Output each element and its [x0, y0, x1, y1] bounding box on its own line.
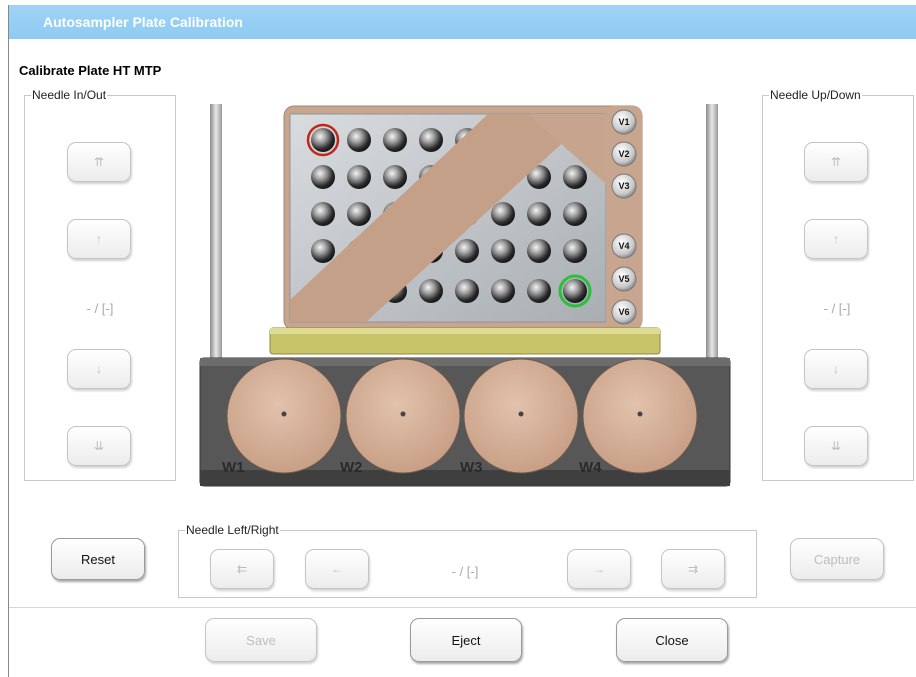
needle-in-button[interactable]: ↑: [67, 219, 131, 259]
needle-out-button[interactable]: ↓: [67, 349, 131, 389]
eject-button[interactable]: Eject: [410, 618, 522, 662]
needle-up-fast-button[interactable]: ⇈: [804, 142, 868, 182]
well-label-w2: W2: [340, 459, 363, 476]
needle-in-out-legend: Needle In/Out: [31, 88, 108, 102]
needle-left-right-status: - / [-]: [451, 564, 479, 579]
vial-label-v3: V3: [618, 181, 629, 191]
capture-button[interactable]: Capture: [790, 538, 884, 580]
vial-label-v5: V5: [618, 274, 629, 284]
page-title: Calibrate Plate HT MTP: [19, 63, 162, 78]
save-button[interactable]: Save: [205, 618, 317, 662]
well-label-w4: W4: [579, 459, 602, 476]
needle-down-button[interactable]: ↓: [804, 349, 868, 389]
needle-up-down-status: - / [-]: [823, 301, 851, 316]
vial-label-v2: V2: [618, 149, 629, 159]
needle-up-button[interactable]: ↑: [804, 219, 868, 259]
needle-out-fast-button[interactable]: ⇊: [67, 426, 131, 466]
autosampler-plate-illustration: V1 V2 V3 V4 V5 V6 W1 W2 W3 W4: [199, 104, 731, 487]
well-label-w1: W1: [222, 459, 245, 476]
needle-left-button[interactable]: ←: [305, 549, 369, 589]
window-title: Autosampler Plate Calibration: [9, 5, 916, 39]
vial-label-v4: V4: [618, 241, 629, 251]
vial-label-v1: V1: [618, 117, 629, 127]
needle-up-down-legend: Needle Up/Down: [769, 88, 862, 102]
needle-in-fast-button[interactable]: ⇈: [67, 142, 131, 182]
needle-in-out-status: - / [-]: [86, 301, 114, 316]
well-label-w3: W3: [460, 459, 483, 476]
close-button[interactable]: Close: [616, 618, 728, 662]
needle-right-fast-button[interactable]: ⇉: [661, 549, 725, 589]
needle-left-right-legend: Needle Left/Right: [185, 523, 280, 537]
footer-divider: [9, 607, 916, 608]
needle-right-button[interactable]: →: [567, 549, 631, 589]
needle-left-fast-button[interactable]: ⇇: [210, 549, 274, 589]
vial-label-v6: V6: [618, 307, 629, 317]
reset-button[interactable]: Reset: [51, 538, 145, 580]
needle-down-fast-button[interactable]: ⇊: [804, 426, 868, 466]
